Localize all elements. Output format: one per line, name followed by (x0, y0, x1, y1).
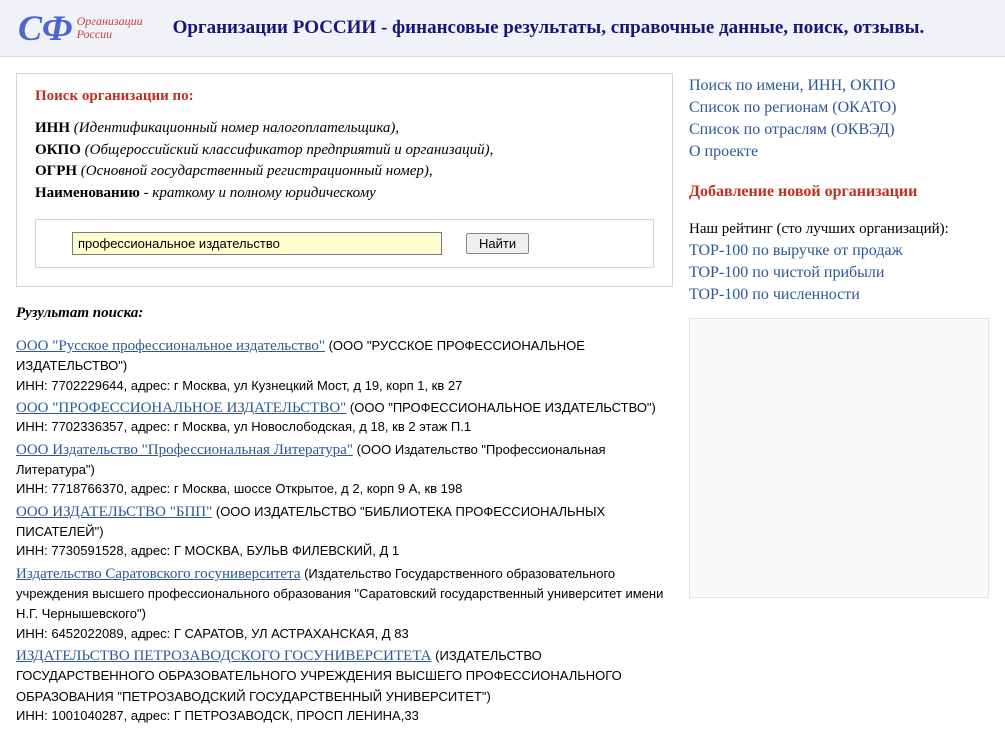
search-input[interactable] (72, 232, 442, 255)
result-details: ИНН: 1001040287, адрес: Г ПЕТРОЗАВОДСК, … (16, 707, 673, 725)
rating-label: Наш рейтинг (сто лучших организаций): (689, 221, 989, 238)
search-fields: ИНН (Идентификационный номер налогоплате… (35, 119, 654, 203)
result-item: ООО ИЗДАТЕЛЬСТВО "БПП" (ООО ИЗДАТЕЛЬСТВО… (16, 502, 673, 560)
desc-okpo: (Общероссийский классификатор предприяти… (85, 142, 490, 158)
nav-add-org[interactable]: Добавление новой организации (689, 183, 989, 201)
header-title: Организации РОССИИ - финансовые результа… (173, 17, 925, 39)
search-box: Поиск организации по: ИНН (Идентификацио… (16, 73, 673, 287)
nav-link[interactable]: Поиск по имени, ИНН, ОКПО (689, 77, 989, 95)
label-inn: ИНН (35, 120, 70, 136)
logo-line2: России (77, 27, 113, 41)
result-link[interactable]: ООО Издательство "Профессиональная Литер… (16, 442, 353, 458)
result-details: ИНН: 7718766370, адрес: г Москва, шоссе … (16, 480, 673, 498)
result-link[interactable]: Издательство Саратовского госуниверситет… (16, 566, 300, 582)
label-okpo: ОКПО (35, 142, 81, 158)
nav-top-link[interactable]: TOP-100 по выручке от продаж (689, 242, 989, 260)
nav: Поиск по имени, ИНН, ОКПО Список по регио… (689, 77, 989, 304)
header: СФ Организации России Организации РОССИИ… (0, 0, 1005, 57)
nav-top-link[interactable]: TOP-100 по чистой прибыли (689, 264, 989, 282)
desc-inn: (Идентификационный номер налогоплательщи… (74, 120, 396, 136)
desc-name: - краткому и полному юридическому (144, 185, 376, 201)
result-item: ООО "ПРОФЕССИОНАЛЬНОЕ ИЗДАТЕЛЬСТВО" (ООО… (16, 398, 673, 436)
result-link[interactable]: ООО "ПРОФЕССИОНАЛЬНОЕ ИЗДАТЕЛЬСТВО" (16, 400, 346, 416)
logo-line1: Организации (77, 14, 143, 28)
result-details: ИНН: 7702229644, адрес: г Москва, ул Куз… (16, 377, 673, 395)
nav-top-link[interactable]: TOP-100 по численности (689, 286, 989, 304)
ad-slot (689, 318, 989, 598)
search-title: Поиск организации по: (35, 88, 654, 105)
results-title: Рузультат поиска: (16, 305, 673, 322)
label-name: Наименованию (35, 185, 140, 201)
nav-link[interactable]: О проекте (689, 143, 989, 161)
result-fullname: (ООО "ПРОФЕССИОНАЛЬНОЕ ИЗДАТЕЛЬСТВО") (346, 400, 656, 415)
result-link[interactable]: ИЗДАТЕЛЬСТВО ПЕТРОЗАВОДСКОГО ГОСУНИВЕРСИ… (16, 648, 432, 664)
result-item: ИЗДАТЕЛЬСТВО ПЕТРОЗАВОДСКОГО ГОСУНИВЕРСИ… (16, 646, 673, 724)
desc-ogrn: (Основной государственный регистрационны… (81, 163, 429, 179)
nav-link[interactable]: Список по отраслям (ОКВЭД) (689, 121, 989, 139)
results-list: ООО "Русское профессиональное издательст… (16, 336, 673, 725)
result-item: ООО "Русское профессиональное издательст… (16, 336, 673, 394)
logo[interactable]: СФ Организации России (18, 10, 143, 46)
result-details: ИНН: 6452022089, адрес: Г САРАТОВ, УЛ АС… (16, 625, 673, 643)
search-input-row: Найти (35, 219, 654, 268)
result-item: Издательство Саратовского госуниверситет… (16, 564, 673, 642)
nav-link[interactable]: Список по регионам (ОКАТО) (689, 99, 989, 117)
logo-cf: СФ (18, 10, 73, 46)
result-details: ИНН: 7730591528, адрес: Г МОСКВА, БУЛЬВ … (16, 542, 673, 560)
logo-text: Организации России (77, 15, 143, 41)
result-link[interactable]: ООО "Русское профессиональное издательст… (16, 338, 325, 354)
result-link[interactable]: ООО ИЗДАТЕЛЬСТВО "БПП" (16, 504, 212, 520)
label-ogrn: ОГРН (35, 163, 77, 179)
result-item: ООО Издательство "Профессиональная Литер… (16, 440, 673, 498)
search-button[interactable]: Найти (466, 233, 529, 254)
result-details: ИНН: 7702336357, адрес: г Москва, ул Нов… (16, 418, 673, 436)
